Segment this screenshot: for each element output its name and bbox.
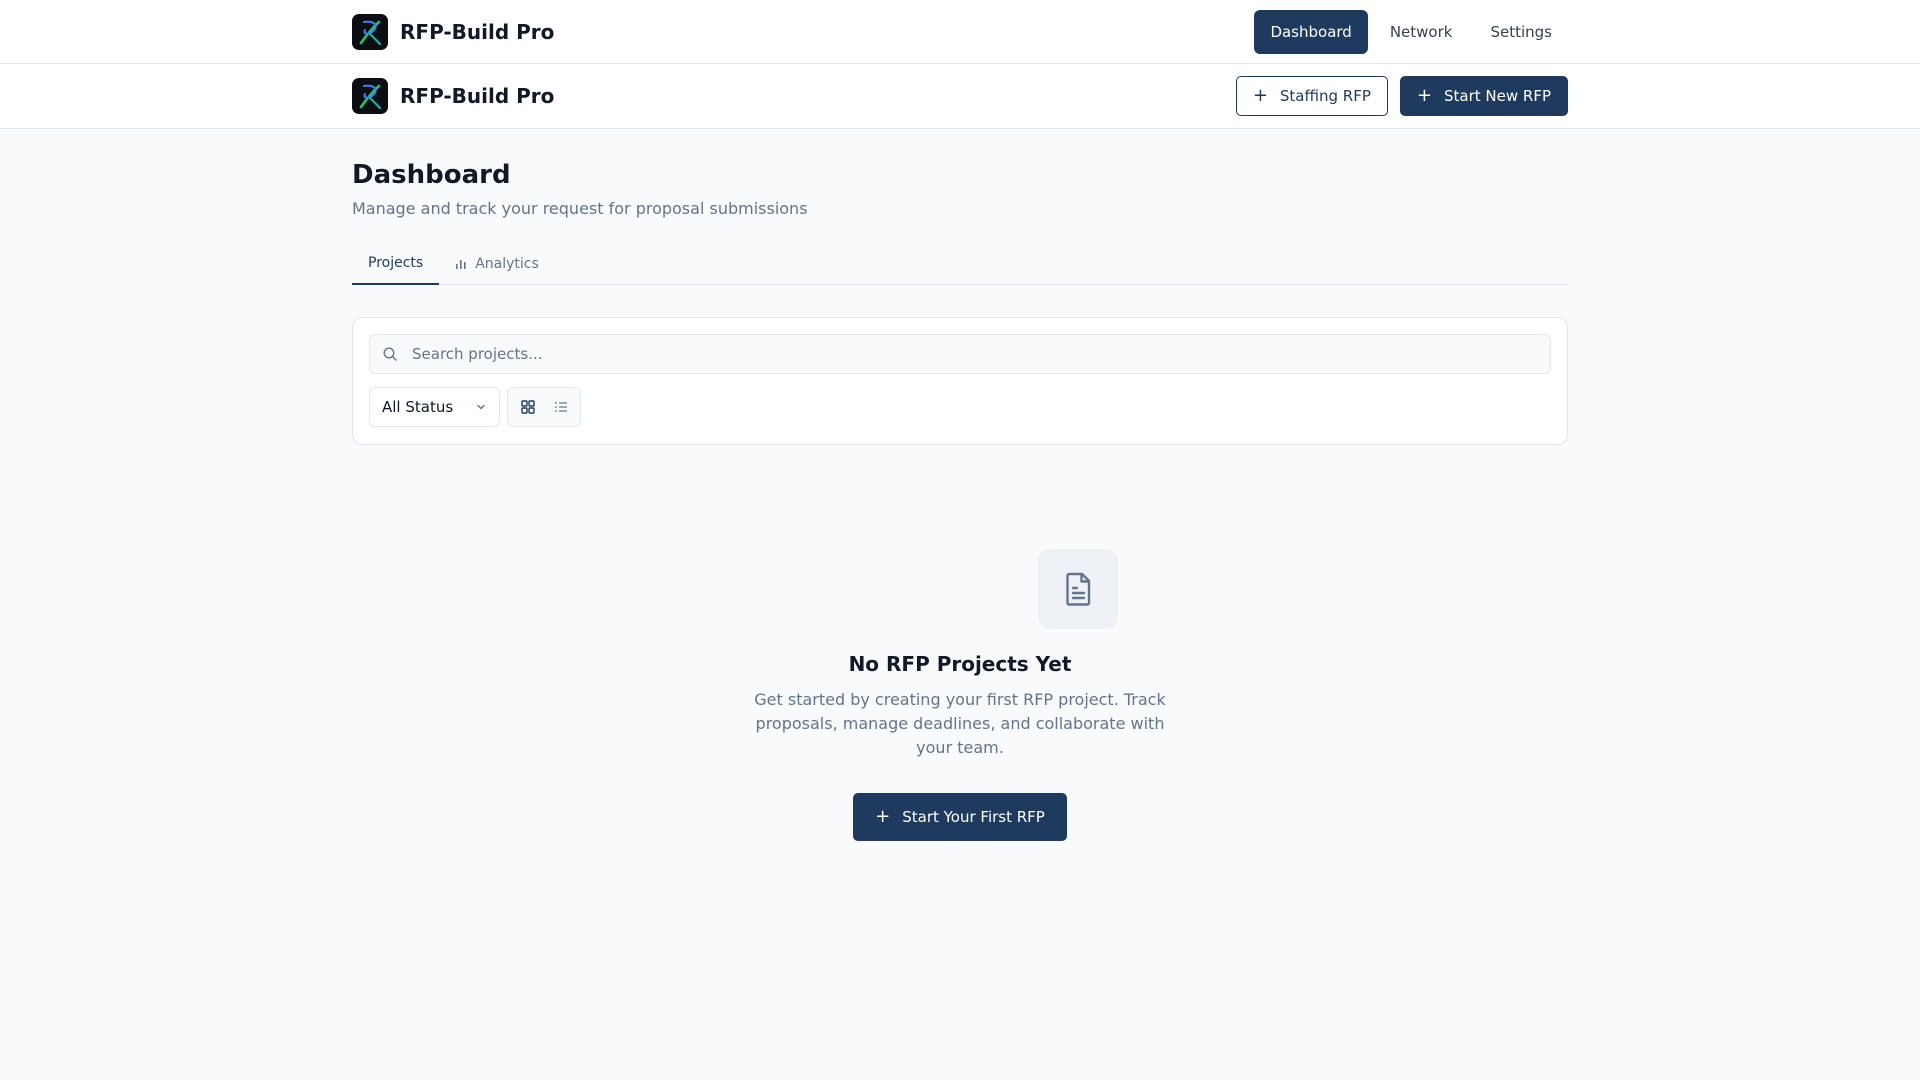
document-icon bbox=[1058, 569, 1098, 609]
chevron-down-icon bbox=[475, 401, 487, 413]
empty-state-title: No RFP Projects Yet bbox=[848, 652, 1072, 676]
grid-icon bbox=[520, 400, 535, 414]
search-input[interactable] bbox=[412, 335, 1532, 373]
bar-chart-icon bbox=[455, 258, 467, 270]
view-mode-toggle bbox=[507, 387, 581, 427]
tab-analytics-label: Analytics bbox=[475, 255, 539, 272]
tab-projects-label: Projects bbox=[368, 254, 424, 271]
status-filter-value: All Status bbox=[382, 398, 454, 416]
start-first-rfp-button[interactable]: + Start Your First RFP bbox=[853, 793, 1067, 841]
empty-state-icon-box bbox=[1038, 549, 1118, 629]
grid-view-button[interactable] bbox=[512, 391, 543, 423]
status-filter-select[interactable]: All Status bbox=[369, 387, 500, 427]
main-content: Dashboard Manage and track your request … bbox=[352, 0, 1568, 1080]
plus-icon: + bbox=[875, 806, 891, 827]
page-title: Dashboard bbox=[352, 160, 511, 190]
list-icon bbox=[554, 400, 568, 414]
page-subtitle: Manage and track your request for propos… bbox=[352, 199, 808, 218]
filter-card: All Status bbox=[352, 317, 1568, 445]
search-icon bbox=[382, 346, 398, 362]
list-view-button[interactable] bbox=[545, 391, 576, 423]
start-first-rfp-label: Start Your First RFP bbox=[902, 808, 1045, 826]
tab-projects[interactable]: Projects bbox=[352, 242, 440, 285]
tab-analytics[interactable]: Analytics bbox=[439, 242, 555, 285]
search-box[interactable] bbox=[369, 334, 1551, 374]
tab-bar: Projects Analytics bbox=[352, 242, 1568, 285]
empty-state-description: Get started by creating your first RFP p… bbox=[754, 690, 1166, 757]
